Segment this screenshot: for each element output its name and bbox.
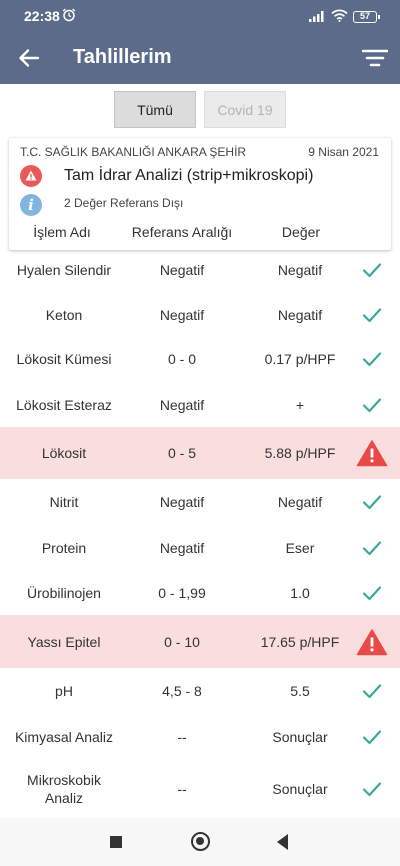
status-cell: [352, 247, 392, 293]
status-cell: [352, 336, 392, 382]
check-icon: [362, 684, 382, 699]
status-cell: [352, 668, 392, 714]
back-arrow-icon[interactable]: [17, 46, 41, 70]
result-row[interactable]: Mikroskobik Analiz -- Sonuçlar: [0, 760, 400, 818]
result-row: Protein Negatif Eser: [0, 525, 400, 570]
result-row[interactable]: Kimyasal Analiz -- Sonuçlar: [0, 714, 400, 760]
status-time: 22:38: [24, 8, 60, 24]
result-row: pH 4,5 - 8 5.5: [0, 668, 400, 714]
result-reference: 4,5 - 8: [162, 683, 202, 699]
tab-covid-19[interactable]: Covid 19: [204, 91, 286, 128]
status-cell: [352, 525, 392, 570]
result-name: Lökosit: [41, 445, 87, 461]
result-name: Lökosit Kümesi: [16, 351, 112, 367]
status-cell: [352, 615, 392, 668]
result-name: Mikroskobik Analiz: [27, 772, 101, 806]
result-row: Hyalen Silendir Negatif Negatif: [0, 247, 400, 293]
result-name: Ürobilinojen: [27, 584, 101, 601]
result-name: Hyalen Silendir: [16, 262, 112, 278]
warning-icon: [20, 165, 42, 187]
institution-name: T.C. SAĞLIK BAKANLIĞI ANKARA ŞEHİR: [20, 145, 247, 159]
result-name: Yassı Epitel: [27, 633, 101, 650]
result-name: Lökosit Esteraz: [16, 396, 112, 413]
result-value: 5.5: [290, 683, 310, 699]
check-icon: [362, 782, 382, 797]
system-nav-bar: [0, 818, 400, 866]
wifi-icon: [331, 9, 348, 22]
check-icon: [362, 585, 382, 600]
signal-icon: [309, 11, 324, 22]
result-reference: Negatif: [159, 539, 205, 556]
result-value: 5.88 p/HPF: [264, 445, 336, 461]
result-value: Negatif: [277, 494, 323, 510]
result-row: Lökosit Esteraz Negatif +: [0, 382, 400, 427]
warning-triangle-icon: [356, 628, 388, 655]
check-icon: [362, 307, 382, 322]
status-bar: 22:38 57: [0, 0, 400, 32]
result-name: Keton: [45, 306, 83, 323]
check-icon: [362, 540, 382, 555]
result-name: Kimyasal Analiz: [14, 729, 114, 745]
result-row-alert: Yassı Epitel 0 - 10 17.65 p/HPF: [0, 615, 400, 668]
column-header-value: Değer: [281, 224, 321, 240]
status-cell: [352, 293, 392, 336]
result-reference: 0 - 0: [167, 351, 196, 367]
alarm-icon: [62, 8, 76, 22]
status-cell: [352, 427, 392, 479]
result-value: +: [295, 396, 305, 413]
page-title: Tahlillerim: [73, 46, 172, 68]
check-icon: [362, 352, 382, 367]
status-cell: [352, 760, 392, 818]
out-of-range-note: 2 Değer Referans Dışı: [64, 196, 184, 210]
battery-indicator: 57: [353, 11, 380, 23]
result-name: pH: [55, 683, 73, 699]
result-value: Eser: [285, 539, 315, 556]
result-reference: Negatif: [159, 262, 205, 278]
result-name: Protein: [41, 539, 87, 556]
test-name: Tam İdrar Analizi (strip+mikroskopi): [64, 167, 314, 184]
result-reference: --: [177, 729, 187, 745]
home-icon[interactable]: [191, 832, 210, 851]
result-value: Negatif: [277, 306, 323, 323]
results-link[interactable]: Sonuçlar: [236, 714, 364, 760]
test-date: 9 Nisan 2021: [308, 145, 379, 159]
result-value: 0.17 p/HPF: [264, 351, 336, 367]
status-cell: [352, 570, 392, 615]
tab-all[interactable]: Tümü: [114, 91, 196, 128]
check-icon: [362, 263, 382, 278]
results-link[interactable]: Sonuçlar: [236, 760, 364, 818]
result-reference: 0 - 1,99: [158, 584, 206, 601]
filter-icon[interactable]: [362, 46, 388, 70]
result-reference: 0 - 5: [167, 445, 196, 461]
test-summary-card[interactable]: T.C. SAĞLIK BAKANLIĞI ANKARA ŞEHİR 9 Nis…: [9, 138, 391, 250]
recents-icon[interactable]: [110, 836, 122, 848]
result-row: Ürobilinojen 0 - 1,99 1.0: [0, 570, 400, 615]
result-row: Nitrit Negatif Negatif: [0, 479, 400, 525]
result-row: Keton Negatif Negatif: [0, 293, 400, 336]
result-reference: Negatif: [159, 494, 205, 510]
result-row: Lökosit Kümesi 0 - 0 0.17 p/HPF: [0, 336, 400, 382]
result-value: 17.65 p/HPF: [260, 633, 340, 650]
status-cell: [352, 382, 392, 427]
result-reference: 0 - 10: [164, 633, 200, 650]
result-reference: Negatif: [159, 306, 205, 323]
info-icon: i: [20, 194, 42, 216]
result-reference: --: [177, 781, 187, 797]
result-row-alert: Lökosit 0 - 5 5.88 p/HPF: [0, 427, 400, 479]
result-value: 1.0: [290, 584, 310, 601]
check-icon: [362, 397, 382, 412]
result-value: Negatif: [277, 262, 323, 278]
result-reference: Negatif: [159, 396, 205, 413]
nav-back-icon[interactable]: [277, 834, 288, 850]
app-bar: Tahlillerim: [0, 32, 400, 84]
check-icon: [362, 730, 382, 745]
result-name: Nitrit: [49, 494, 79, 510]
status-cell: [352, 714, 392, 760]
warning-triangle-icon: [356, 440, 388, 467]
check-icon: [362, 495, 382, 510]
column-header-name: İşlem Adı: [33, 224, 91, 240]
status-cell: [352, 479, 392, 525]
